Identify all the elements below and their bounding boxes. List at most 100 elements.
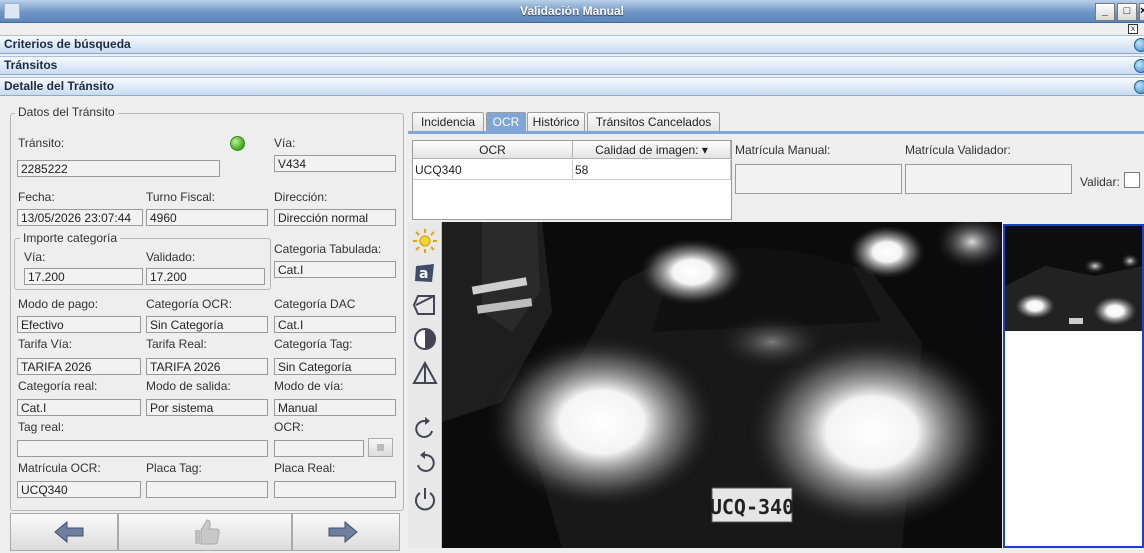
ocr-action-button[interactable] [368,438,393,457]
validado-label: Validado: [146,250,196,264]
contrast-icon[interactable] [412,326,438,352]
section-search-title: Criterios de búsqueda [4,37,131,51]
tarifa-real-field[interactable]: TARIFA 2026 [146,358,268,375]
via-label: Vía: [274,136,296,150]
ocr-text-icon[interactable]: a [412,260,438,286]
section-detail-title: Detalle del Tránsito [4,79,115,93]
section-transits-title: Tránsitos [4,58,58,72]
modo-via-field[interactable]: Manual [274,399,396,416]
photo-thumbnail[interactable] [1003,224,1144,548]
placa-real-label: Placa Real: [274,461,336,475]
categoria-dac-field[interactable]: Cat.I [274,316,396,333]
validar-label: Validar: [1080,175,1120,189]
inner-close-icon[interactable]: x [1128,24,1138,34]
fecha-field[interactable]: 13/05/2026 23:07:44 [17,209,143,226]
thumbs-up-icon [195,519,220,545]
via-field[interactable]: V434 [274,155,396,172]
vehicle-photo[interactable]: UCQ-340 [442,222,1002,548]
section-transit-detail[interactable]: Detalle del Tránsito [0,77,1144,96]
categoria-tag-label: Categoría Tag: [274,337,353,351]
turno-label: Turno Fiscal: [146,190,215,204]
tab-incidencia[interactable]: Incidencia [412,112,484,131]
tarifa-real-label: Tarifa Real: [146,337,207,351]
tarifa-via-field[interactable]: TARIFA 2026 [17,358,141,375]
expand-toggle-icon[interactable] [1134,59,1144,73]
categoria-real-field[interactable]: Cat.I [17,399,141,416]
importe-via-label: Vía: [24,250,46,264]
tab-underline [408,131,1144,134]
validar-checkbox[interactable] [1124,172,1140,188]
ocr-label: OCR: [274,420,304,434]
tab-ocr[interactable]: OCR [486,112,526,131]
categoria-tabulada-label: Categoria Tabulada: [274,242,382,256]
ocr-column-header[interactable]: OCR [413,141,573,159]
tag-real-label: Tag real: [18,420,65,434]
datos-transito-legend: Datos del Tránsito [15,105,118,119]
transito-label: Tránsito: [18,136,65,150]
tag-real-field[interactable] [17,440,268,457]
direccion-label: Dirección: [274,190,328,204]
tab-historico[interactable]: Histórico [527,112,585,131]
importe-categoria-legend: Importe categoría [20,231,121,245]
direccion-field[interactable]: Dirección normal [274,209,396,226]
categoria-real-label: Categoría real: [18,379,98,393]
thumbnail-image [1005,226,1142,331]
modo-salida-label: Modo de salida: [146,379,231,393]
matricula-ocr-field[interactable]: UCQ340 [17,481,141,498]
matricula-validador-field[interactable] [905,164,1072,194]
square-icon [377,444,384,451]
modo-pago-field[interactable]: Efectivo [17,316,141,333]
matricula-manual-label: Matrícula Manual: [735,143,831,157]
categoria-tabulada-field[interactable]: Cat.I [274,261,396,278]
ocr-field[interactable] [274,440,364,457]
vehicle-image-content: UCQ-340 [442,222,1002,548]
rotate-left-icon[interactable] [412,450,438,476]
arrow-right-icon [328,520,358,544]
table-cell-calidad[interactable]: 58 [573,160,731,180]
maximize-button[interactable]: □ [1117,3,1137,21]
expand-toggle-icon[interactable] [1134,38,1144,52]
license-plate-text: UCQ-340 [710,495,794,519]
modo-via-label: Modo de vía: [274,379,344,393]
brightness-icon[interactable] [412,228,438,254]
transito-field[interactable]: 2285222 [17,160,220,177]
tab-transitos-cancelados[interactable]: Tránsitos Cancelados [587,112,720,131]
rotate-right-icon[interactable] [412,416,438,442]
status-led-icon [230,136,245,151]
window-title-bar: Validación Manual _ □ × [0,0,1144,23]
matricula-validador-label: Matrícula Validador: [905,143,1011,157]
modo-salida-field[interactable]: Por sistema [146,399,268,416]
turno-field[interactable]: 4960 [146,209,268,226]
table-cell-ocr[interactable]: UCQ340 [413,160,573,180]
reset-power-icon[interactable] [412,486,438,512]
importe-via-field[interactable]: 17.200 [24,268,143,285]
matricula-manual-field[interactable] [735,164,902,194]
collapse-toggle-icon[interactable] [1134,80,1144,94]
placa-tag-field[interactable] [146,481,268,498]
approve-button[interactable] [118,513,292,551]
categoria-ocr-label: Categoría OCR: [146,297,233,311]
categoria-tag-field[interactable]: Sin Categoría [274,358,396,375]
svg-text:a: a [419,266,428,282]
sharpen-icon[interactable] [412,360,438,386]
window-title: Validación Manual [519,4,625,18]
placa-real-field[interactable] [274,481,396,498]
arrow-left-icon [54,520,84,544]
ocr-table[interactable]: OCR Calidad de imagen: ▾ UCQ340 58 [412,140,732,220]
categoria-ocr-field[interactable]: Sin Categoría [146,316,268,333]
perspective-icon[interactable] [412,292,438,318]
matricula-ocr-label: Matrícula OCR: [18,461,101,475]
next-button[interactable] [292,513,400,551]
section-transits[interactable]: Tránsitos [0,56,1144,75]
previous-button[interactable] [10,513,118,551]
section-search-criteria[interactable]: Criterios de búsqueda [0,35,1144,54]
categoria-dac-label: Categoría DAC [274,297,356,311]
close-button[interactable]: × [1139,3,1144,21]
placa-tag-label: Placa Tag: [146,461,202,475]
modo-pago-label: Modo de pago: [18,297,99,311]
calidad-column-header[interactable]: Calidad de imagen: ▾ [573,141,731,159]
fecha-label: Fecha: [18,190,55,204]
image-tools: a [408,222,442,548]
validado-field[interactable]: 17.200 [146,268,265,285]
minimize-button[interactable]: _ [1095,3,1115,21]
